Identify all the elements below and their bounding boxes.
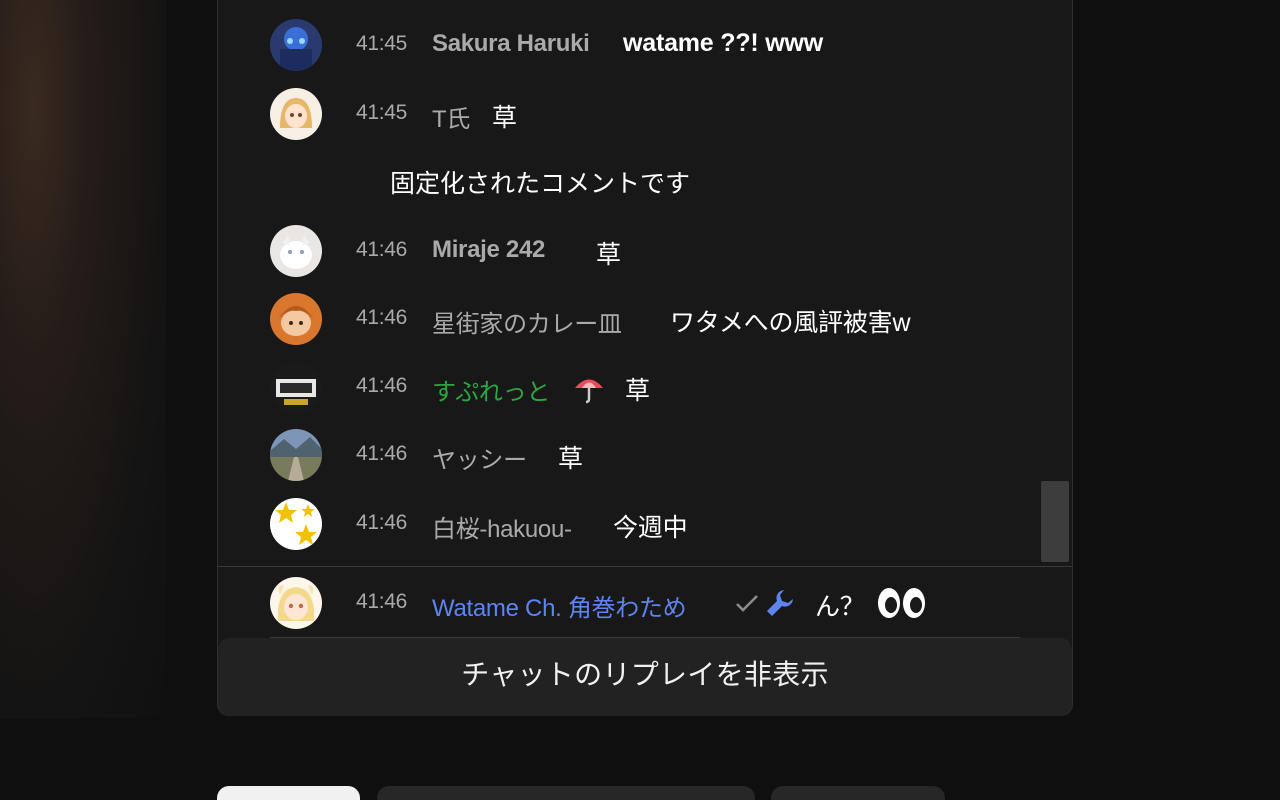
chat-message[interactable]: 41:46 星街家のカレー皿 ワタメへの風評被害w xyxy=(270,293,1030,345)
message-text: 草 xyxy=(625,377,650,405)
avatar[interactable] xyxy=(270,498,322,550)
chat-message[interactable]: 41:46 すぷれっと 草 xyxy=(270,361,1030,413)
message-text: 草 xyxy=(596,241,621,269)
avatar[interactable] xyxy=(270,19,322,71)
message-author[interactable]: T氏 xyxy=(432,99,470,134)
verified-check-icon xyxy=(734,591,760,620)
video-player-edge[interactable] xyxy=(0,0,166,718)
avatar[interactable] xyxy=(270,361,322,413)
eyes-emoji-icon xyxy=(876,585,928,626)
pinned-comment-notice: 固定化されたコメントです xyxy=(390,170,691,198)
avatar[interactable] xyxy=(270,88,322,140)
avatar[interactable] xyxy=(270,429,322,481)
message-timestamp: 41:46 xyxy=(356,590,408,613)
avatar[interactable] xyxy=(270,225,322,277)
chat-message[interactable]: 41:45 Sakura Haruki watame ??! www xyxy=(270,19,1030,71)
filter-chip[interactable] xyxy=(377,786,755,800)
chat-message-list[interactable]: 41:45 Sakura Haruki watame ??! www 41:45… xyxy=(218,0,1072,567)
message-text: 草 xyxy=(492,104,517,132)
message-author[interactable]: ヤッシー xyxy=(432,440,527,475)
chat-message[interactable]: 41:46 白桜-hakuou- 今週中 xyxy=(270,498,1030,550)
chat-message-owner[interactable]: 41:46 Watame Ch. 角巻わため ん？ xyxy=(270,577,1030,629)
divider xyxy=(218,566,1072,567)
chat-scrollbar-thumb[interactable] xyxy=(1041,481,1069,562)
message-timestamp: 41:45 xyxy=(356,101,408,124)
message-author[interactable]: Watame Ch. 角巻わため xyxy=(432,588,687,623)
message-author[interactable]: Sakura Haruki xyxy=(432,30,590,58)
message-author[interactable]: すぷれっと xyxy=(432,372,550,407)
message-timestamp: 41:46 xyxy=(356,374,408,397)
message-timestamp: 41:45 xyxy=(356,32,408,55)
live-chat-panel: 41:45 Sakura Haruki watame ??! www 41:45… xyxy=(217,0,1073,716)
wrench-icon xyxy=(764,587,796,624)
filter-chip[interactable] xyxy=(217,786,360,800)
chat-message[interactable]: 41:46 ヤッシー 草 xyxy=(270,429,1030,481)
message-author[interactable]: Miraje 242 xyxy=(432,236,545,264)
hide-chat-replay-button[interactable]: チャットのリプレイを非表示 xyxy=(218,638,1072,716)
message-timestamp: 41:46 xyxy=(356,442,408,465)
message-timestamp: 41:46 xyxy=(356,306,408,329)
message-text: 草 xyxy=(558,445,583,473)
message-timestamp: 41:46 xyxy=(356,238,408,261)
chat-message[interactable]: 41:45 T氏 草 xyxy=(270,88,1030,140)
message-author[interactable]: 星街家のカレー皿 xyxy=(432,304,622,339)
message-timestamp: 41:46 xyxy=(356,511,408,534)
message-text: ワタメへの風評被害w xyxy=(670,309,911,337)
chat-message[interactable]: 41:46 Miraje 242 草 xyxy=(270,225,1030,277)
message-text: ん？ xyxy=(815,593,865,621)
message-text: 今週中 xyxy=(613,514,688,542)
avatar[interactable] xyxy=(270,293,322,345)
umbrella-badge-icon xyxy=(572,371,606,410)
filter-chip[interactable] xyxy=(771,786,945,800)
message-text: watame ??! www xyxy=(623,29,824,57)
avatar[interactable] xyxy=(270,577,322,629)
page: 41:45 Sakura Haruki watame ??! www 41:45… xyxy=(0,0,1280,800)
message-author[interactable]: 白桜-hakuou- xyxy=(432,509,572,544)
